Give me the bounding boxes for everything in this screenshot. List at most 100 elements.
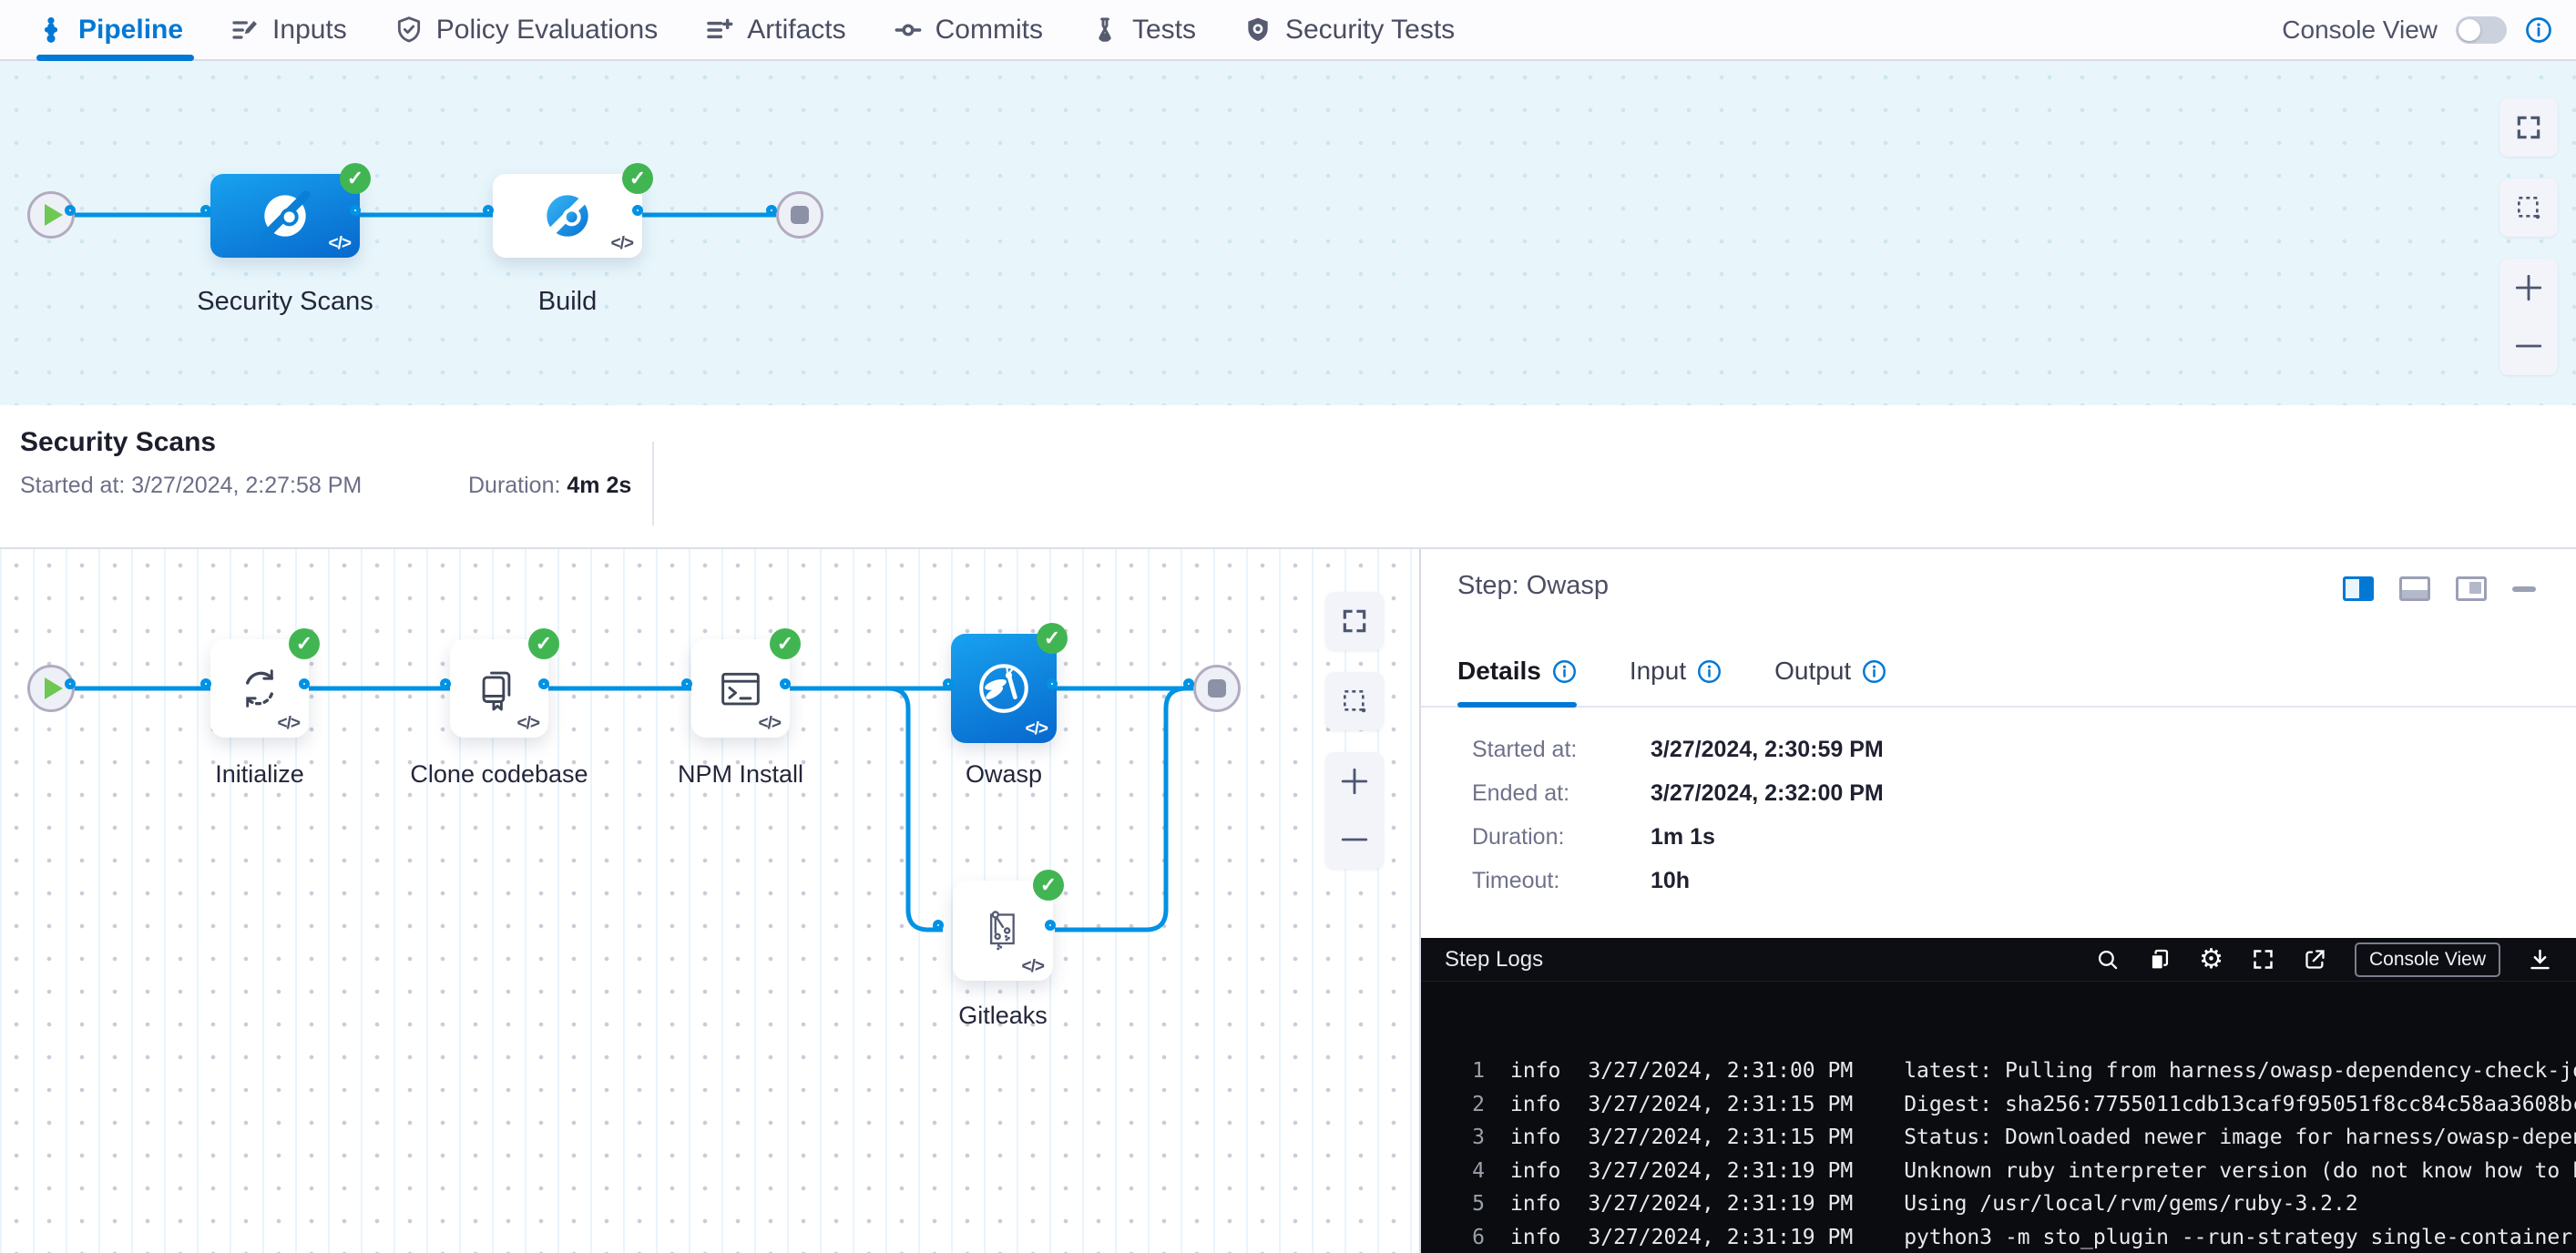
tab-label: Inputs xyxy=(272,15,347,46)
tab-input[interactable]: Input xyxy=(1630,637,1722,706)
tab-label: Output xyxy=(1774,657,1851,686)
info-icon[interactable] xyxy=(1552,659,1577,684)
log-line-number: 3 xyxy=(1445,1121,1485,1155)
expand-canvas-button[interactable] xyxy=(1325,592,1384,650)
stage-graph-canvas[interactable]: ✓ </> Security Scans ✓ </> Build xyxy=(0,61,2576,405)
log-message: Using /usr/local/rvm/gems/ruby-3.2.2 xyxy=(1904,1187,2358,1221)
success-check-icon: ✓ xyxy=(770,628,801,659)
zoom-in-button[interactable] xyxy=(1339,766,1370,797)
log-level: info xyxy=(1510,1121,1560,1155)
detail-label: Ended at: xyxy=(1472,780,1651,807)
stage-details-header: Security Scans Started at: 3/27/2024, 2:… xyxy=(0,405,2576,549)
log-level: info xyxy=(1510,1187,1560,1221)
step-end-node[interactable] xyxy=(1193,665,1241,712)
tab-label: Commits xyxy=(935,15,1043,46)
zoom-out-button[interactable] xyxy=(1339,824,1370,855)
tab-details[interactable]: Details xyxy=(1457,637,1577,706)
log-message: python3 -m sto_plugin --run-strategy sin… xyxy=(1904,1221,2572,1253)
settings-icon[interactable]: ⚙ xyxy=(2199,946,2223,973)
log-line: 2info3/27/2024, 2:31:15 PMDigest: sha256… xyxy=(1421,1088,2576,1122)
policy-evaluations-icon xyxy=(394,15,424,45)
fullscreen-icon[interactable] xyxy=(2251,947,2275,972)
port xyxy=(65,678,76,689)
tab-security-tests[interactable]: Security Tests xyxy=(1220,0,1478,59)
detail-row: Ended at: 3/27/2024, 2:32:00 PM xyxy=(1472,780,1884,807)
port xyxy=(780,678,791,689)
port xyxy=(65,205,76,216)
port xyxy=(1045,920,1056,931)
log-line: 4info3/27/2024, 2:31:19 PMUnknown ruby i… xyxy=(1421,1155,2576,1188)
step-graph-canvas[interactable]: ✓ </> Initialize ✓ </> Clone codebase xyxy=(0,549,1419,1253)
log-line: 1info3/27/2024, 2:31:00 PMlatest: Pullin… xyxy=(1421,1054,2576,1088)
step-node-initialize[interactable]: ✓ </> xyxy=(210,639,309,738)
tests-icon xyxy=(1090,15,1119,45)
minimize-panel-icon[interactable] xyxy=(2512,586,2536,592)
stop-icon xyxy=(791,206,809,224)
success-check-icon: ✓ xyxy=(289,628,320,659)
floating-view-icon[interactable] xyxy=(2456,576,2487,601)
expand-canvas-button[interactable] xyxy=(2499,98,2558,157)
stage-node-build[interactable]: ✓ </> xyxy=(493,174,642,258)
log-line: 6info3/27/2024, 2:31:19 PMpython3 -m sto… xyxy=(1421,1221,2576,1253)
bottom-view-icon[interactable] xyxy=(2399,576,2430,601)
marquee-select-button[interactable] xyxy=(1325,672,1384,730)
detail-value: 3/27/2024, 2:32:00 PM xyxy=(1651,780,1884,807)
success-check-icon: ✓ xyxy=(1037,623,1068,654)
marquee-select-button[interactable] xyxy=(2499,178,2558,237)
clone-codebase-icon xyxy=(473,662,526,715)
step-node-owasp[interactable]: ✓ </> xyxy=(951,634,1057,743)
console-view-button[interactable]: Console View xyxy=(2355,942,2500,977)
stage-title: Security Scans xyxy=(20,427,216,458)
detail-value: 1m 1s xyxy=(1651,824,1715,851)
stage-end-node[interactable] xyxy=(776,191,823,239)
tab-artifacts[interactable]: Artifacts xyxy=(681,0,869,59)
log-lines[interactable]: 1info3/27/2024, 2:31:00 PMlatest: Pullin… xyxy=(1421,982,2576,1253)
tab-inputs[interactable]: Inputs xyxy=(207,0,371,59)
owasp-icon xyxy=(974,658,1034,718)
tab-tests[interactable]: Tests xyxy=(1067,0,1220,59)
log-timestamp: 3/27/2024, 2:31:19 PM xyxy=(1588,1221,1853,1253)
info-icon[interactable] xyxy=(1862,659,1886,684)
code-icon: </> xyxy=(759,714,781,734)
stage-label: Security Scans xyxy=(192,287,378,317)
tab-commits[interactable]: Commits xyxy=(870,0,1067,59)
commits-icon xyxy=(894,15,923,45)
download-icon[interactable] xyxy=(2528,947,2552,972)
security-tests-icon xyxy=(1243,15,1273,45)
stage-node-security-scans[interactable]: ✓ </> xyxy=(210,174,360,258)
step-panel-title: Step: Owasp xyxy=(1457,571,1609,601)
step-node-npm-install[interactable]: ✓ </> xyxy=(691,639,790,738)
log-line-number: 5 xyxy=(1445,1187,1485,1221)
split-right-view-icon[interactable] xyxy=(2343,576,2374,601)
stage-label: Build xyxy=(475,287,660,317)
port xyxy=(1047,678,1058,689)
step-label: Initialize xyxy=(169,760,351,789)
lower-split: ✓ </> Initialize ✓ </> Clone codebase xyxy=(0,549,2576,1253)
search-icon[interactable] xyxy=(2095,947,2120,972)
port xyxy=(943,678,954,689)
tab-output[interactable]: Output xyxy=(1774,637,1886,706)
info-icon[interactable] xyxy=(2525,16,2552,44)
console-view-label: Console View xyxy=(2282,15,2438,45)
zoom-controls xyxy=(1325,752,1384,869)
tab-label: Artifacts xyxy=(747,15,845,46)
copy-icon[interactable] xyxy=(2147,947,2172,972)
tab-label: Security Tests xyxy=(1285,15,1455,46)
console-view-toggle[interactable] xyxy=(2456,16,2507,44)
step-node-gitleaks[interactable]: ✓ </> xyxy=(953,881,1053,981)
step-panel-tabs: Details Input Output xyxy=(1421,637,2576,708)
zoom-out-button[interactable] xyxy=(2513,331,2544,362)
top-nav-bar: Pipeline Inputs Policy Evaluations xyxy=(0,0,2576,61)
detail-row: Timeout: 10h xyxy=(1472,868,1884,894)
info-icon[interactable] xyxy=(1697,659,1722,684)
zoom-in-button[interactable] xyxy=(2513,272,2544,303)
log-message: Digest: sha256:7755011cdb13caf9f95051f8c… xyxy=(1904,1088,2576,1122)
tab-pipeline[interactable]: Pipeline xyxy=(36,0,207,59)
step-label: Gitleaks xyxy=(912,1002,1094,1030)
tab-label: Policy Evaluations xyxy=(436,15,658,46)
tab-label: Tests xyxy=(1132,15,1196,46)
external-link-icon[interactable] xyxy=(2303,947,2327,972)
tab-policy-evaluations[interactable]: Policy Evaluations xyxy=(371,0,681,59)
port xyxy=(440,678,451,689)
step-node-clone-codebase[interactable]: ✓ </> xyxy=(450,639,548,738)
